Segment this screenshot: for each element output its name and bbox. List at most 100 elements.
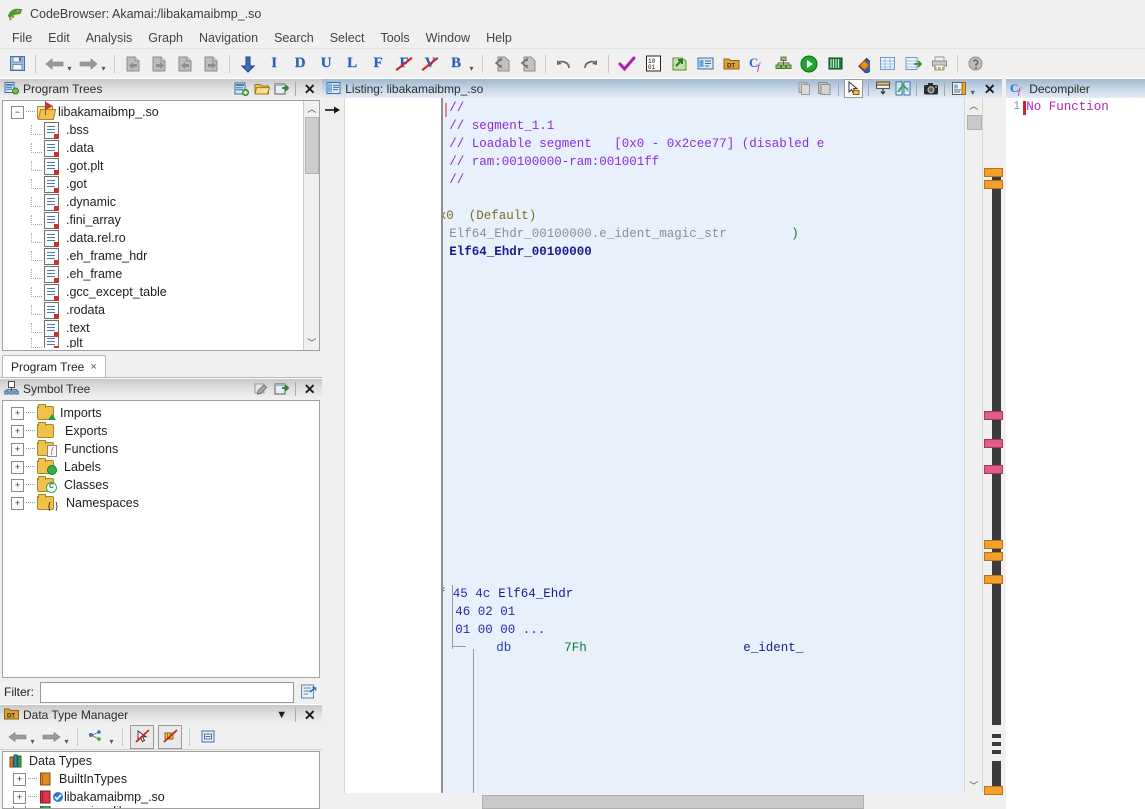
auto-analyze-icon[interactable] — [616, 53, 638, 75]
menu-file[interactable]: File — [4, 29, 40, 47]
expand-toggle[interactable]: + — [11, 442, 24, 456]
save-icon[interactable] — [6, 53, 28, 75]
close-panel-icon[interactable]: ✕ — [301, 80, 318, 97]
bookmark-marker[interactable] — [984, 540, 1004, 549]
select-cursor-icon[interactable] — [844, 79, 864, 98]
highlight-marker[interactable] — [984, 439, 1004, 448]
previous-location-icon[interactable] — [122, 53, 144, 75]
tree-root-libakamaibmp[interactable]: − libakamaibmp_.so — [5, 101, 319, 121]
symbol-node-namespaces[interactable]: + { } Namespaces — [5, 494, 319, 512]
run-script-icon[interactable] — [798, 53, 820, 75]
menu-help[interactable]: Help — [478, 29, 520, 47]
relocation-table-icon[interactable] — [928, 53, 950, 75]
decompiler-icon[interactable]: C f — [746, 53, 768, 75]
expand-toggle[interactable]: + — [11, 406, 24, 420]
expand-toggle[interactable]: + — [13, 772, 26, 786]
expand-toggle[interactable]: + — [13, 790, 26, 804]
export-program-icon[interactable] — [668, 53, 690, 75]
comments-icon[interactable] — [694, 53, 716, 75]
dt-node-builtintypes[interactable]: + BuiltInTypes — [3, 770, 319, 788]
menu-edit[interactable]: Edit — [40, 29, 78, 47]
tree-node-bss[interactable]: .bss — [5, 121, 319, 139]
scroll-down-arrow-icon[interactable]: ﹀ — [304, 335, 319, 350]
memory-map-icon[interactable] — [824, 53, 846, 75]
close-panel-icon[interactable]: ✕ — [301, 380, 318, 397]
tab-close-icon[interactable]: × — [90, 361, 96, 373]
symbol-node-imports[interactable]: + Imports — [5, 404, 319, 422]
expand-toggle[interactable]: + — [11, 460, 24, 474]
tree-node-text[interactable]: .text — [5, 319, 319, 337]
previous-function-icon[interactable] — [174, 53, 196, 75]
close-panel-icon[interactable]: ✕ — [981, 80, 998, 97]
tree-node-plt[interactable]: .plt — [5, 337, 319, 348]
expand-toggle[interactable]: + — [11, 478, 24, 492]
back-navigation-icon[interactable] — [43, 53, 65, 75]
symbol-node-exports[interactable]: + Exports — [5, 422, 319, 440]
bookmark-marker[interactable] — [984, 575, 1004, 584]
menu-navigation[interactable]: Navigation — [191, 29, 266, 47]
toggle-function-icon[interactable]: F — [367, 53, 389, 75]
scroll-up-arrow-icon[interactable]: ︿ — [304, 101, 319, 116]
expand-toggle[interactable]: + — [11, 496, 24, 510]
create-default-tree-icon[interactable] — [233, 80, 250, 97]
tree-node-got[interactable]: .got — [5, 175, 319, 193]
tree-node-dynamic[interactable]: .dynamic — [5, 193, 319, 211]
data-type-manager-body[interactable]: Data Types + BuiltInTypes + libakamaibmp… — [2, 751, 321, 809]
bookmark-marker[interactable] — [984, 168, 1004, 177]
dtm-no-arrays-icon[interactable] — [158, 724, 182, 749]
open-tree-icon[interactable] — [253, 80, 270, 97]
menu-tools[interactable]: Tools — [372, 29, 417, 47]
diff-icon[interactable] — [850, 53, 872, 75]
menu-graph[interactable]: Graph — [140, 29, 191, 47]
bookmark-marker[interactable] — [984, 786, 1004, 795]
camera-icon[interactable] — [922, 80, 939, 97]
tab-program-tree[interactable]: Program Tree × — [2, 355, 106, 377]
toggle-label-icon[interactable]: L — [341, 53, 363, 75]
listing-options-icon[interactable] — [950, 80, 967, 97]
toggle-undefined-icon[interactable]: U — [315, 53, 337, 75]
tree-node-got-plt[interactable]: .got.plt — [5, 157, 319, 175]
program-trees-scrollbar[interactable]: ︿ ﹀ — [303, 101, 320, 350]
tree-node-rodata[interactable]: .rodata — [5, 301, 319, 319]
close-panel-icon[interactable]: ✕ — [301, 706, 318, 723]
go-to-address-icon[interactable] — [237, 53, 259, 75]
forward-navigation-caret-icon[interactable]: ▾ — [100, 51, 107, 76]
highlight-marker[interactable] — [984, 411, 1004, 420]
listing-body[interactable]: // // segment_1.1 // Loadable segment [0… — [322, 98, 1004, 805]
defined-strings-icon[interactable] — [902, 53, 924, 75]
data-type-manager-icon[interactable]: DT — [720, 53, 742, 75]
function-graph-icon[interactable] — [772, 53, 794, 75]
defined-data-icon[interactable] — [876, 53, 898, 75]
bookmark-marker[interactable] — [984, 552, 1004, 561]
next-location-icon[interactable] — [148, 53, 170, 75]
panel-menu-icon[interactable]: ▼ — [273, 706, 290, 723]
dtm-filter-caret-icon[interactable]: ▾ — [108, 724, 115, 749]
dtm-back-icon[interactable] — [6, 726, 28, 748]
toggle-no-function-icon[interactable]: F — [393, 53, 415, 75]
bookmark-marker[interactable] — [984, 180, 1004, 189]
symbol-node-labels[interactable]: + Labels — [5, 458, 319, 476]
tree-node-data-rel-ro[interactable]: .data.rel.ro — [5, 229, 319, 247]
dtm-collapse-icon[interactable] — [197, 726, 219, 748]
redo-icon[interactable] — [579, 53, 601, 75]
tree-node-eh-frame[interactable]: .eh_frame — [5, 265, 319, 283]
symbol-tree-body[interactable]: + Imports + Exports + f Functions + Labe… — [2, 400, 321, 678]
filter-input[interactable] — [40, 681, 295, 703]
snapshot-forward-icon[interactable] — [516, 53, 538, 75]
listing-scroll-up-icon[interactable]: ︿ — [965, 98, 982, 113]
menu-search[interactable]: Search — [266, 29, 322, 47]
tree-node-eh-frame-hdr[interactable]: .eh_frame_hdr — [5, 247, 319, 265]
toggle-bookmark-caret-icon[interactable]: ▾ — [468, 51, 475, 76]
dt-root-data-types[interactable]: Data Types — [3, 752, 319, 770]
diff-columns-icon[interactable] — [894, 80, 911, 97]
symbol-node-classes[interactable]: + C Classes — [5, 476, 319, 494]
copy-icon[interactable] — [796, 80, 813, 97]
dtm-back-caret-icon[interactable]: ▾ — [29, 724, 36, 749]
filter-options-icon[interactable] — [300, 683, 318, 701]
toggle-instruction-icon[interactable]: I — [263, 53, 285, 75]
program-trees-body[interactable]: − libakamaibmp_.so .bss .data .got.plt .… — [2, 100, 321, 351]
expand-toggle[interactable]: + — [11, 424, 24, 438]
listing-code-area[interactable]: // // segment_1.1 // Loadable segment [0… — [441, 98, 965, 793]
tree-node-gcc-except-table[interactable]: .gcc_except_table — [5, 283, 319, 301]
paste-icon[interactable] — [816, 80, 833, 97]
